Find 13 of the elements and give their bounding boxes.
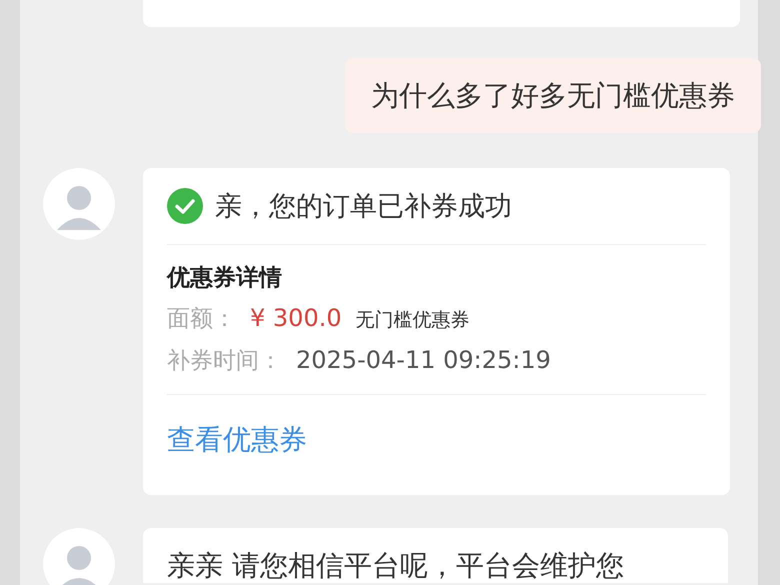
message-bubble: 为什么多了好多无门槛优惠券 [345, 58, 761, 133]
message-bubble: 亲亲 请您相信平台呢，平台会维护您 [143, 528, 728, 583]
coupon-type: 无门槛优惠券 [356, 308, 470, 333]
detail-label: 面额： [167, 305, 236, 334]
card-title: 亲，您的订单已补券成功 [215, 190, 512, 224]
avatar-icon [43, 528, 115, 585]
detail-label: 补券时间： [167, 347, 282, 376]
avatar-icon [43, 168, 115, 240]
section-title: 优惠券详情 [167, 264, 283, 293]
amount-value: ¥ 300.0 [250, 303, 342, 333]
check-circle-icon [167, 188, 203, 224]
detail-value: 2025-04-11 09:25:19 [296, 345, 551, 375]
view-coupon-link[interactable]: 查看优惠券 [167, 421, 307, 459]
